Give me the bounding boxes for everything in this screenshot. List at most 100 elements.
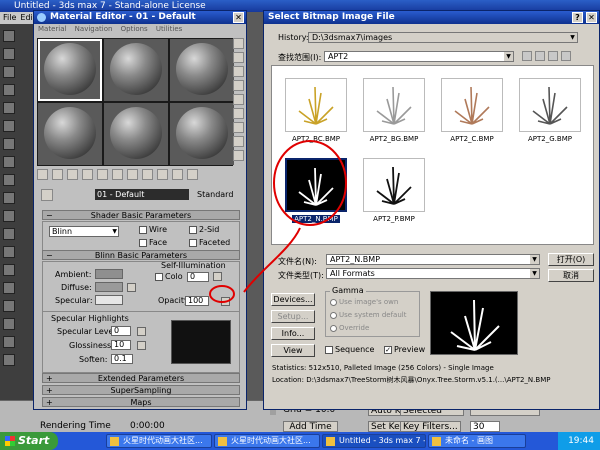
sample-type-icon[interactable] — [233, 38, 244, 49]
put-to-library-icon[interactable] — [127, 169, 138, 180]
sample-slot[interactable] — [38, 103, 102, 165]
sample-slot[interactable] — [104, 39, 168, 101]
self-illum-map-button[interactable] — [213, 272, 222, 281]
tool-icon[interactable] — [3, 300, 15, 312]
material-name-field[interactable]: 01 - Default — [95, 189, 189, 200]
eyedropper-icon[interactable] — [41, 189, 53, 201]
two-sided-checkbox[interactable]: 2-Sid — [189, 225, 219, 234]
ambient-swatch[interactable] — [95, 269, 123, 279]
look-in-dropdown[interactable]: APT2 — [324, 51, 514, 62]
frame-field[interactable]: 30 — [470, 421, 500, 432]
task-button[interactable]: 火星时代动画大社区... — [214, 434, 320, 448]
face-map-checkbox[interactable]: Face — [139, 238, 167, 247]
assign-material-icon[interactable] — [67, 169, 78, 180]
menu-file[interactable]: File — [3, 13, 16, 22]
tool-icon[interactable] — [3, 336, 15, 348]
close-icon[interactable]: ✕ — [233, 12, 244, 23]
preview-checkbox[interactable]: ✓ Preview — [384, 345, 425, 354]
menu-material[interactable]: Material — [38, 25, 66, 33]
start-button[interactable]: Start — [0, 432, 58, 450]
file-item[interactable]: APT2_BG.BMP — [360, 78, 428, 143]
tool-icon[interactable] — [3, 264, 15, 276]
self-illum-value[interactable]: 0 — [187, 272, 209, 282]
new-folder-icon[interactable] — [548, 51, 558, 61]
tool-icon[interactable] — [3, 174, 15, 186]
filetype-dropdown[interactable]: All Formats — [326, 268, 540, 279]
tool-icon[interactable] — [3, 48, 15, 60]
rollout-shader-basic[interactable]: − Shader Basic Parameters — [42, 210, 240, 220]
video-check-icon[interactable] — [233, 94, 244, 105]
open-button[interactable]: 打开(O) — [548, 253, 594, 266]
tool-icon[interactable] — [3, 120, 15, 132]
tool-icon[interactable] — [3, 30, 15, 42]
faceted-checkbox[interactable]: Faceted — [189, 238, 230, 247]
show-map-icon[interactable] — [157, 169, 168, 180]
tool-icon[interactable] — [3, 228, 15, 240]
material-navigator-icon[interactable] — [233, 150, 244, 161]
tool-icon[interactable] — [3, 282, 15, 294]
opacity-map-button[interactable] — [221, 297, 230, 306]
view-menu-icon[interactable] — [561, 51, 571, 61]
specular-level-field[interactable]: 0 — [111, 326, 131, 336]
select-by-material-icon[interactable] — [233, 136, 244, 147]
tool-icon[interactable] — [3, 192, 15, 204]
soften-field[interactable]: 0.1 — [111, 354, 133, 364]
sample-slot[interactable] — [104, 103, 168, 165]
menu-navigation[interactable]: Navigation — [75, 25, 113, 33]
file-item[interactable]: APT2_BC.BMP — [282, 78, 350, 143]
cancel-button[interactable]: 取消 — [548, 269, 594, 282]
sequence-checkbox[interactable]: Sequence — [325, 345, 374, 354]
tool-icon[interactable] — [3, 156, 15, 168]
sample-slot[interactable] — [170, 103, 234, 165]
menu-options[interactable]: Options — [121, 25, 148, 33]
material-type-button[interactable]: Standard — [197, 189, 233, 200]
sample-slot[interactable] — [170, 39, 234, 101]
tool-icon[interactable] — [3, 246, 15, 258]
unique-icon[interactable] — [112, 169, 123, 180]
tool-icon[interactable] — [3, 210, 15, 222]
key-filters-button[interactable]: Key Filters... — [400, 421, 461, 432]
make-preview-icon[interactable] — [233, 108, 244, 119]
gamma-override-radio[interactable]: Override — [330, 324, 369, 332]
go-to-parent-icon[interactable] — [187, 169, 198, 180]
tool-icon[interactable] — [3, 138, 15, 150]
put-to-scene-icon[interactable] — [52, 169, 63, 180]
tool-icon[interactable] — [3, 84, 15, 96]
glossiness-map-button[interactable] — [137, 341, 146, 350]
gamma-own-radio[interactable]: Use image's own — [330, 298, 398, 306]
tool-icon[interactable] — [3, 66, 15, 78]
options-icon[interactable] — [233, 122, 244, 133]
tool-icon[interactable] — [3, 318, 15, 330]
file-item[interactable]: APT2_C.BMP — [438, 78, 506, 143]
history-dropdown[interactable]: D:\3dsmax7\images — [308, 32, 578, 43]
shader-dropdown[interactable]: Blinn — [49, 226, 119, 237]
gamma-system-radio[interactable]: Use system default — [330, 311, 406, 319]
setup-button[interactable]: Setup... — [271, 310, 315, 323]
menu-utilities[interactable]: Utilities — [156, 25, 182, 33]
rollout-blinn-basic[interactable]: − Blinn Basic Parameters — [42, 250, 240, 260]
sample-slot[interactable] — [38, 39, 102, 101]
tool-icon[interactable] — [3, 102, 15, 114]
specular-swatch[interactable] — [95, 295, 123, 305]
show-end-result-icon[interactable] — [172, 169, 183, 180]
rollout-extended[interactable]: + Extended Parameters — [42, 373, 240, 383]
self-illum-color-checkbox[interactable]: Colo — [155, 272, 183, 281]
material-id-icon[interactable] — [142, 169, 153, 180]
add-time-tag-button[interactable]: Add Time Tag — [283, 421, 338, 442]
get-material-icon[interactable] — [37, 169, 48, 180]
background-icon[interactable] — [233, 66, 244, 77]
task-button[interactable]: 未命名 - 画图 — [428, 434, 526, 448]
diffuse-swatch[interactable] — [95, 282, 123, 292]
rollout-maps[interactable]: + Maps — [42, 397, 240, 407]
diffuse-map-button[interactable] — [127, 283, 136, 292]
filename-field[interactable]: APT2_N.BMP — [326, 254, 540, 265]
info-button[interactable]: Info... — [271, 327, 315, 340]
task-button-active[interactable]: Untitled - 3ds max 7 -... — [322, 434, 426, 448]
backlight-icon[interactable] — [233, 52, 244, 63]
reset-map-icon[interactable] — [82, 169, 93, 180]
wire-checkbox[interactable]: Wire — [139, 225, 167, 234]
rollout-supersampling[interactable]: + SuperSampling — [42, 385, 240, 395]
specular-level-map-button[interactable] — [137, 327, 146, 336]
help-icon[interactable]: ? — [572, 12, 583, 23]
file-item[interactable]: APT2_G.BMP — [516, 78, 584, 143]
